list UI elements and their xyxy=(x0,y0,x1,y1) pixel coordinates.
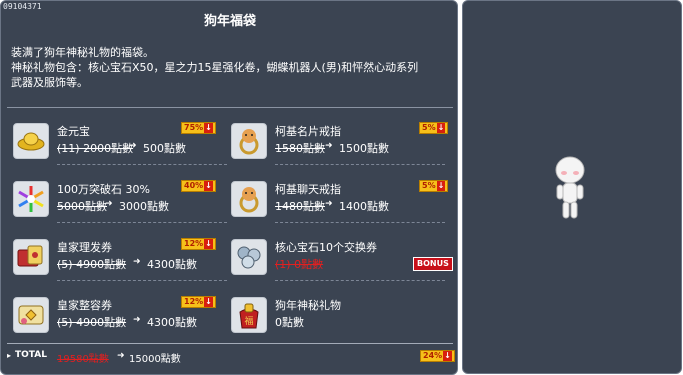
item-name: 狗年神秘礼物 xyxy=(275,299,341,312)
package-item[interactable]: 福 狗年神秘礼物 0點數 xyxy=(231,293,446,349)
package-item[interactable]: 皇家理发券 (5) 4900點數 ➜ 4300點數 12% ↓ xyxy=(13,235,228,291)
item-old-price: 1580點數 xyxy=(275,142,325,155)
item-new-price: 1400點數 xyxy=(339,200,389,213)
item-name: 100万突破石 30% xyxy=(57,183,150,196)
triangle-right-icon: ▸ xyxy=(7,351,12,360)
item-divider xyxy=(275,164,445,165)
item-name: 柯基名片戒指 xyxy=(275,125,341,138)
character-preview-panel xyxy=(462,0,682,374)
item-name: 金元宝 xyxy=(57,125,90,138)
item-new-price: 0點數 xyxy=(275,316,304,329)
discount-value: 5% xyxy=(422,181,436,190)
item-old-price: (11) 2000點數 xyxy=(57,142,134,155)
item-divider xyxy=(275,222,445,223)
item-divider xyxy=(57,164,227,165)
item-divider xyxy=(57,280,227,281)
package-description: 装满了狗年神秘礼物的福袋。 神秘礼物包含：核心宝石X50，星之力15星强化卷，蝴… xyxy=(11,45,455,90)
discount-badge: 5% ↓ xyxy=(419,180,449,192)
discount-badge: 24% ↓ xyxy=(420,350,455,362)
divider xyxy=(7,343,453,344)
package-item[interactable]: 核心宝石10个交换券 (1) 0點數 BONUS xyxy=(231,235,453,291)
item-old-price: 5000點數 xyxy=(57,200,107,213)
item-old-price: (5) 4900點數 xyxy=(57,316,127,329)
discount-badge: 75% ↓ xyxy=(181,122,216,134)
item-name: 柯基聊天戒指 xyxy=(275,183,341,196)
down-arrow-icon: ↓ xyxy=(204,297,213,307)
item-old-price: (1) 0點數 xyxy=(275,258,324,271)
arrow-right-icon: ➜ xyxy=(133,257,141,267)
description-line: 神秘礼物包含：核心宝石X50，星之力15星强化卷，蝴蝶机器人(男)和怦然心动系列 xyxy=(11,61,419,74)
royal-hair-coupon-icon xyxy=(13,239,49,275)
item-name: 皇家整容券 xyxy=(57,299,112,312)
package-item[interactable]: 柯基聊天戒指 1480點數 ➜ 1400點數 5% ↓ xyxy=(231,177,449,233)
item-new-price: 3000點數 xyxy=(119,200,169,213)
mystery-gift-bag-icon: 福 xyxy=(231,297,267,333)
item-divider xyxy=(57,222,227,223)
breakthrough-stone-icon xyxy=(13,181,49,217)
item-old-price: 1480點數 xyxy=(275,200,325,213)
core-gem-coupon-icon xyxy=(231,239,267,275)
bonus-badge: BONUS xyxy=(413,257,453,271)
down-arrow-icon: ↓ xyxy=(443,351,452,361)
total-old-price: 19580點數 xyxy=(57,354,109,365)
divider xyxy=(7,107,453,108)
discount-badge: 40% ↓ xyxy=(181,180,216,192)
down-arrow-icon: ↓ xyxy=(204,123,213,133)
discount-value: 12% xyxy=(184,297,204,306)
character-avatar xyxy=(550,154,590,224)
item-new-price: 500點數 xyxy=(143,142,186,155)
package-item[interactable]: 金元宝 (11) 2000點數 ➜ 500點數 75% ↓ xyxy=(13,119,228,175)
total-label: TOTAL xyxy=(15,350,47,360)
item-name: 核心宝石10个交换券 xyxy=(275,241,377,254)
package-item[interactable]: 皇家整容券 (5) 4900點數 ➜ 4300點數 12% ↓ xyxy=(13,293,228,349)
svg-text:福: 福 xyxy=(244,315,253,327)
royal-face-coupon-icon xyxy=(13,297,49,333)
down-arrow-icon: ↓ xyxy=(436,123,446,133)
arrow-right-icon: ➜ xyxy=(105,199,113,209)
discount-badge: 12% ↓ xyxy=(181,238,216,250)
total-row: ▸ TOTAL 19580點數 ➜ 15000點數 24% ↓ xyxy=(7,350,455,365)
arrow-right-icon: ➜ xyxy=(133,315,141,325)
discount-value: 75% xyxy=(184,123,204,132)
discount-value: 24% xyxy=(423,351,443,360)
arrow-right-icon: ➜ xyxy=(117,351,125,361)
total-new-price: 15000點數 xyxy=(129,354,181,365)
down-arrow-icon: ↓ xyxy=(204,239,213,249)
discount-value: 5% xyxy=(422,123,436,132)
package-item[interactable]: 柯基名片戒指 1580點數 ➜ 1500點數 5% ↓ xyxy=(231,119,449,175)
corgi-ring-icon xyxy=(231,123,267,159)
package-title: 狗年福袋 xyxy=(203,14,256,29)
item-name: 皇家理发券 xyxy=(57,241,112,254)
item-new-price: 4300點數 xyxy=(147,316,197,329)
down-arrow-icon: ↓ xyxy=(204,181,213,191)
down-arrow-icon: ↓ xyxy=(436,181,446,191)
item-new-price: 1500點數 xyxy=(339,142,389,155)
discount-badge: 5% ↓ xyxy=(419,122,449,134)
gold-ingot-icon xyxy=(13,123,49,159)
discount-value: 12% xyxy=(184,239,204,248)
package-detail-panel: 09104371 狗年福袋 装满了狗年神秘礼物的福袋。 神秘礼物包含：核心宝石X… xyxy=(0,0,458,375)
item-new-price: 4300點數 xyxy=(147,258,197,271)
corgi-chat-ring-icon xyxy=(231,181,267,217)
item-divider xyxy=(275,280,445,281)
discount-badge: 12% ↓ xyxy=(181,296,216,308)
description-line: 装满了狗年神秘礼物的福袋。 xyxy=(11,46,154,59)
arrow-right-icon: ➜ xyxy=(325,199,333,209)
item-old-price: (5) 4900點數 xyxy=(57,258,127,271)
description-line: 武器及服饰等。 xyxy=(11,76,88,89)
arrow-right-icon: ➜ xyxy=(129,141,137,151)
discount-value: 40% xyxy=(184,181,204,190)
arrow-right-icon: ➜ xyxy=(325,141,333,151)
package-item[interactable]: 100万突破石 30% 5000點數 ➜ 3000點數 40% ↓ xyxy=(13,177,228,233)
